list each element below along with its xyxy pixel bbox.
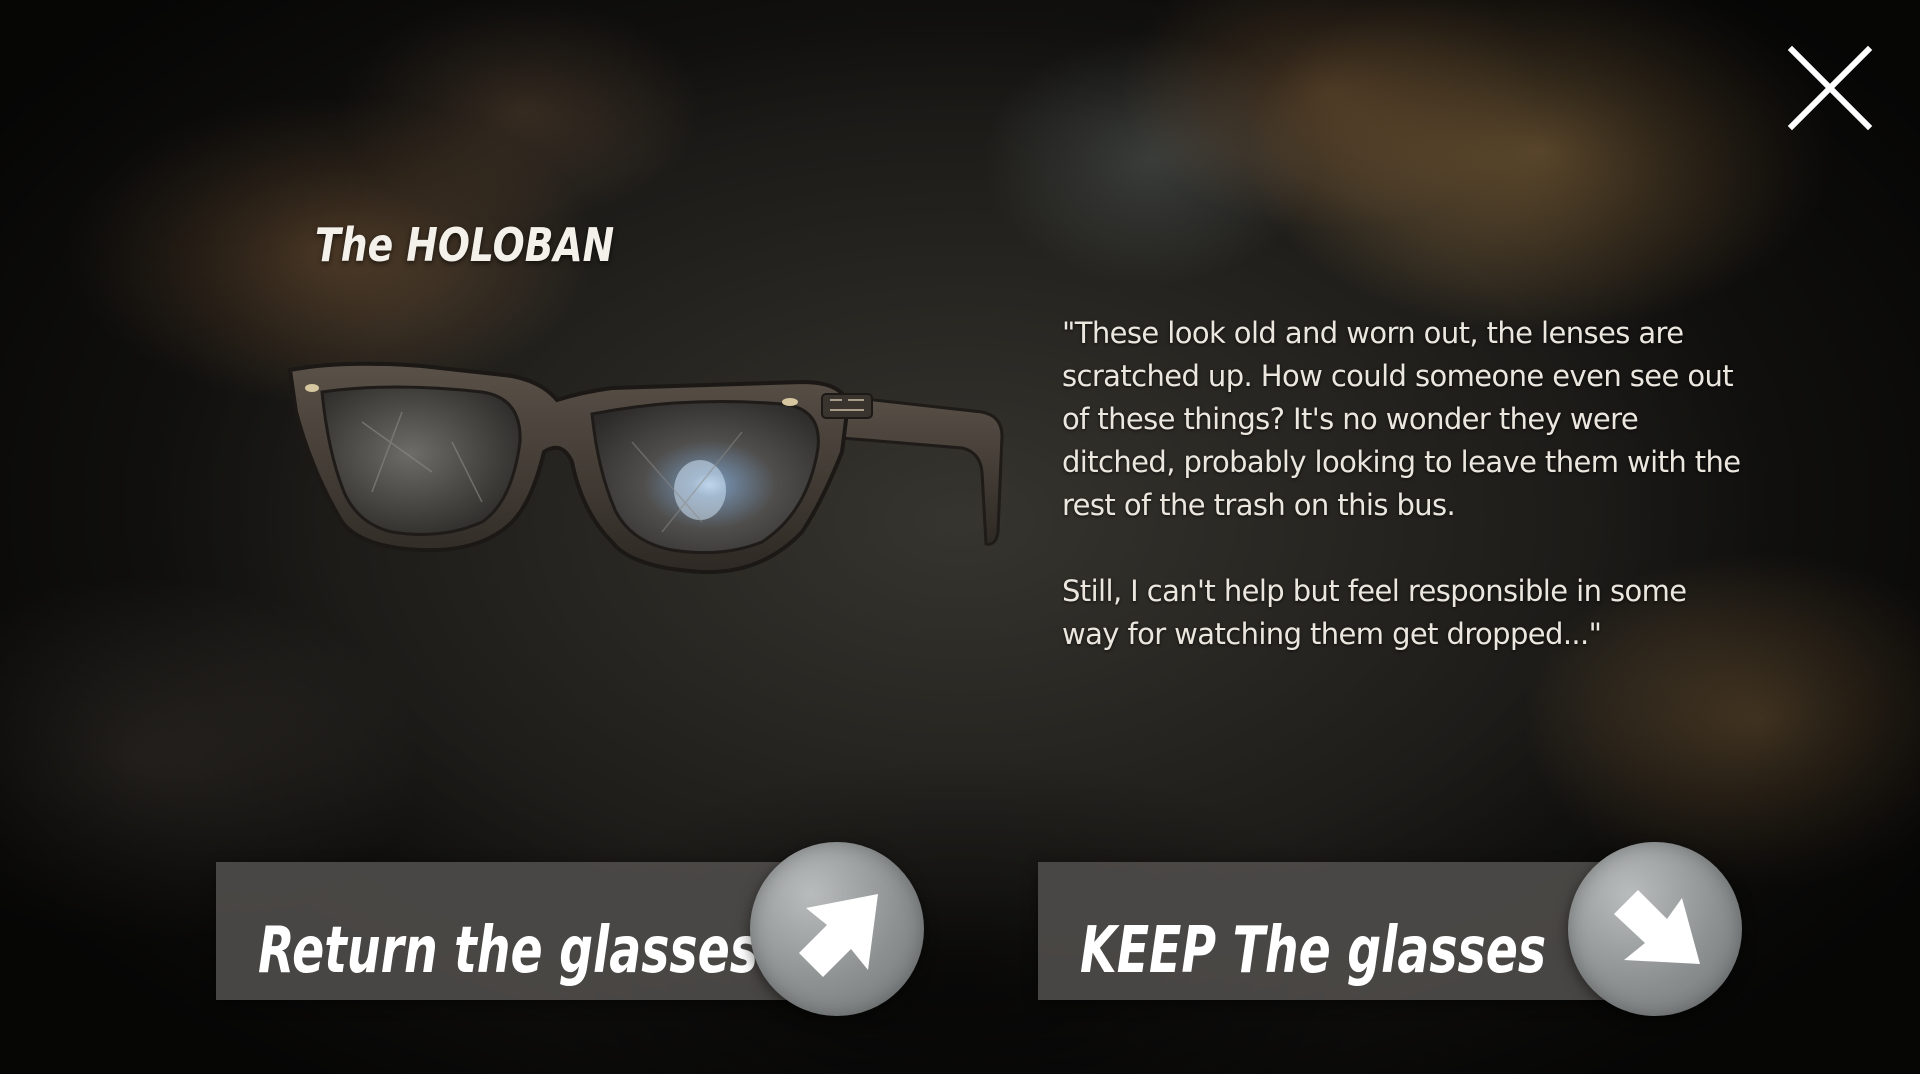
keep-glasses-bar: KEEP The glasses <box>1038 862 1648 1000</box>
item-description: "These look old and worn out, the lenses… <box>1062 312 1742 699</box>
item-title-prefix: The <box>315 218 394 272</box>
item-title-name: HOLOBAN <box>406 218 615 272</box>
item-image <box>282 352 1012 592</box>
choice-screen: The HOLOBAN "These look old and worn out… <box>0 0 1920 1074</box>
keep-glasses-label: KEEP The glasses <box>1080 914 1547 988</box>
keep-glasses-circle <box>1568 842 1742 1016</box>
arrow-up-right-icon <box>799 894 878 977</box>
return-glasses-label: Return the glasses <box>258 914 758 988</box>
description-paragraph-2: Still, I can't help but feel responsible… <box>1062 574 1687 651</box>
glasses-icon <box>287 361 1004 575</box>
close-button[interactable] <box>1780 38 1880 138</box>
arrow-down-right-icon <box>1614 890 1700 964</box>
return-glasses-circle <box>750 842 924 1016</box>
return-glasses-button[interactable]: Return the glasses <box>216 842 926 1016</box>
description-paragraph-1: "These look old and worn out, the lenses… <box>1062 316 1741 522</box>
close-icon <box>1787 45 1873 131</box>
keep-glasses-button[interactable]: KEEP The glasses <box>1038 842 1748 1016</box>
return-glasses-bar: Return the glasses <box>216 862 816 1000</box>
item-title: The HOLOBAN <box>315 218 614 272</box>
